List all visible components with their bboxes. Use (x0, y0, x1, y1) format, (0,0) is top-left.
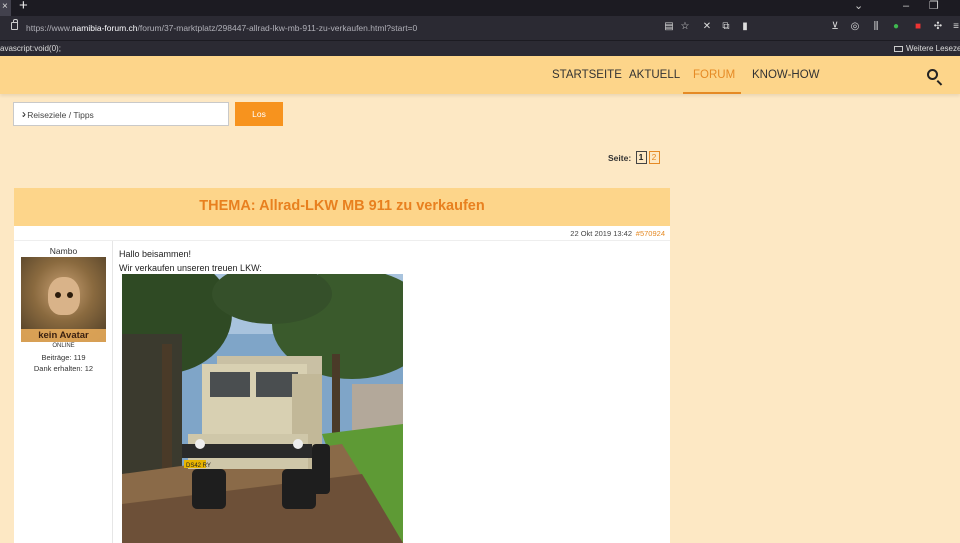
url-path: /forum/37-marktplatz/298447-allrad-lkw-m… (137, 23, 418, 33)
url-prefix: https://www. (26, 23, 72, 33)
pocket-icon[interactable]: ⊻ (829, 21, 841, 33)
chevron-right-icon: › (22, 107, 26, 121)
url-host: namibia-forum.ch (71, 23, 138, 33)
extension-copy-icon[interactable]: ⧉ (720, 21, 732, 33)
nav-active-indicator (683, 92, 741, 94)
minimize-icon[interactable]: – (903, 0, 909, 12)
truck-photo-drawing: DS42 RY (122, 274, 403, 543)
nav-forum[interactable]: FORUM (693, 69, 735, 81)
thread-title: THEMA: Allrad-LKW MB 911 zu verkaufen (199, 198, 485, 214)
post-meta: 22 Okt 2019 13:42 #570924 (14, 226, 670, 241)
nav-know-how[interactable]: KNOW-HOW (752, 69, 820, 81)
extensions-icon[interactable]: ✣ (932, 21, 944, 33)
author-thanks-count: Dank erhalten: 12 (33, 364, 94, 373)
nav-startseite[interactable]: STARTSEITE (552, 69, 622, 81)
browser-tab-bar: × + ⌄ – ❐ (0, 0, 960, 16)
license-plate-text: DS42 RY (186, 463, 211, 469)
library-icon[interactable]: ⫼ (870, 21, 882, 33)
truck-photo[interactable]: DS42 RY (122, 274, 403, 543)
post-date: 22 Okt 2019 13:42 (570, 229, 632, 238)
forum-jump-select[interactable]: - Reiseziele / Tipps › (13, 102, 229, 126)
close-tab-icon[interactable]: × (2, 1, 8, 13)
page-current: 1 (635, 151, 647, 164)
browser-toolbar: https://www.namibia-forum.ch/forum/37-ma… (0, 16, 960, 40)
avatar-label: kein Avatar (21, 329, 106, 342)
extension-clip-icon[interactable]: ▮ (739, 21, 751, 33)
post: Nambo kein Avatar ONLINE Beiträge: 119 D… (14, 241, 670, 543)
folder-icon (894, 46, 903, 52)
other-bookmarks[interactable]: Weitere Lesezeich (894, 44, 960, 53)
page-link[interactable]: 2 (648, 151, 660, 164)
nav-aktuell[interactable]: AKTUELL (629, 69, 680, 81)
extension-x-icon[interactable]: ✕ (701, 21, 713, 33)
author-post-count: Beiträge: 119 (41, 353, 86, 362)
bookmarks-bar: avascript:void(0); Weitere Lesezeich (0, 40, 960, 56)
search-icon[interactable] (927, 69, 938, 80)
adblock-icon[interactable]: ■ (912, 21, 924, 33)
author-name[interactable]: Nambo (14, 246, 113, 256)
account-icon[interactable]: ● (890, 21, 902, 33)
post-text-line: Hallo beisammen! (119, 249, 192, 259)
avatar[interactable]: kein Avatar (21, 257, 106, 342)
bookmark-item[interactable]: avascript:void(0); (0, 44, 61, 53)
go-button[interactable]: Los (235, 102, 283, 126)
reader-view-icon[interactable]: ▤ (663, 21, 675, 33)
bookmark-star-icon[interactable]: ☆ (679, 21, 691, 33)
browser-tab[interactable]: × (0, 0, 11, 16)
online-status: ONLINE (52, 343, 75, 349)
post-author-column: Nambo kein Avatar ONLINE Beiträge: 119 D… (14, 241, 113, 543)
post-text-line: Wir verkaufen unseren treuen LKW: (119, 263, 262, 273)
thread-header: THEMA: Allrad-LKW MB 911 zu verkaufen (14, 188, 670, 226)
avatar-face (48, 277, 80, 315)
shield-icon[interactable]: ◎ (849, 21, 861, 33)
avatar-eye (67, 292, 73, 298)
lock-icon[interactable] (11, 19, 18, 30)
url-bar[interactable]: https://www.namibia-forum.ch/forum/37-ma… (26, 23, 417, 33)
new-tab-icon[interactable]: + (19, 0, 28, 14)
app-menu-icon[interactable]: ≡ (950, 21, 960, 33)
list-tabs-icon[interactable]: ⌄ (854, 0, 863, 12)
post-permalink[interactable]: #570924 (636, 229, 665, 238)
pagination-label: Seite: (608, 153, 632, 163)
other-bookmarks-label: Weitere Lesezeich (906, 44, 960, 53)
pagination: Seite: 12 (608, 151, 660, 165)
restore-icon[interactable]: ❐ (929, 0, 939, 12)
avatar-eye (55, 292, 61, 298)
